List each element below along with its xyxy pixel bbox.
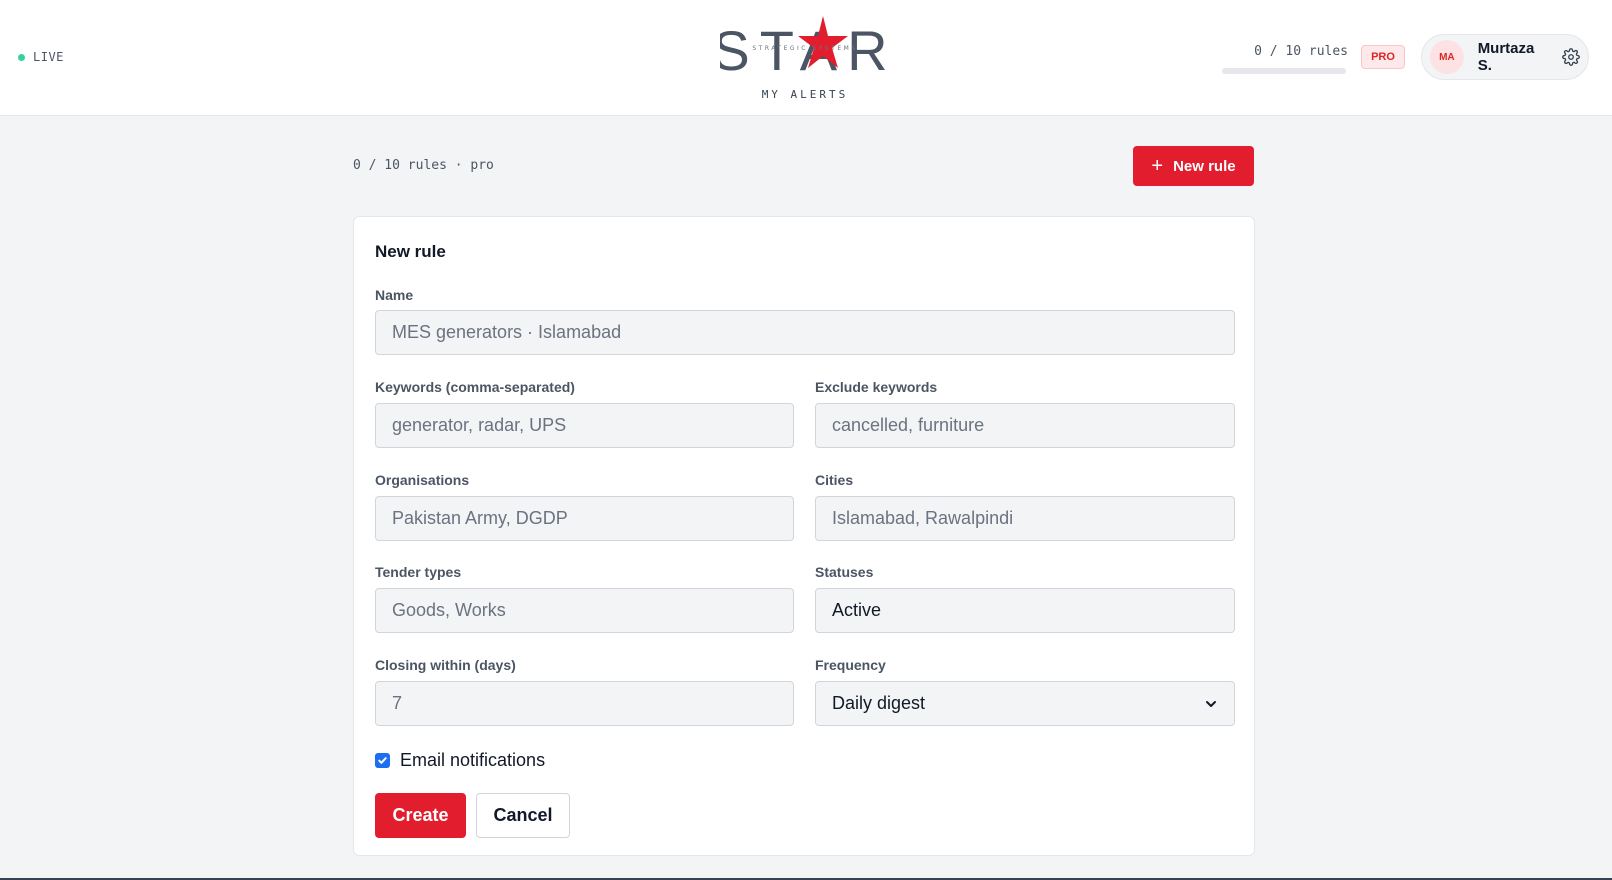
top-header: LIVE STAR STRATEGIC SYSTEMS MY ALERTS 0 …	[0, 0, 1612, 116]
exclude-keywords-label: Exclude keywords	[815, 379, 938, 395]
cities-label: Cities	[815, 472, 854, 488]
logo-tagline: STRATEGIC SYSTEMS	[752, 45, 857, 52]
organisations-label: Organisations	[375, 472, 470, 488]
star-logo[interactable]: STAR STRATEGIC SYSTEMS MY ALERTS	[720, 12, 890, 102]
rules-usage-text: 0 / 10 rules	[1254, 44, 1348, 59]
card-title: New rule	[375, 242, 446, 261]
statuses-label: Statuses	[815, 564, 874, 580]
gear-icon[interactable]	[1562, 48, 1580, 66]
cancel-button[interactable]: Cancel	[476, 793, 570, 838]
new-rule-label: New rule	[1173, 157, 1236, 175]
chevron-down-icon	[1204, 697, 1218, 711]
user-name: Murtaza S.	[1477, 40, 1535, 74]
plan-badge: PRO	[1361, 45, 1405, 69]
closing-within-label: Closing within (days)	[375, 657, 516, 673]
name-label: Name	[375, 287, 414, 303]
user-menu[interactable]: MA Murtaza S.	[1421, 34, 1589, 80]
keywords-label: Keywords (comma-separated)	[375, 379, 575, 395]
statuses-input[interactable]	[815, 588, 1235, 633]
new-rule-button[interactable]: + New rule	[1133, 146, 1254, 186]
frequency-select[interactable]: Daily digest	[815, 681, 1235, 726]
email-notifications-checkbox[interactable]	[375, 753, 390, 768]
frequency-selected: Daily digest	[832, 693, 926, 713]
star-logo-mark: STAR STRATEGIC SYSTEMS	[720, 16, 888, 82]
closing-within-input[interactable]	[375, 681, 794, 726]
rules-usage-bar	[1222, 68, 1346, 74]
live-indicator: LIVE	[18, 50, 64, 64]
keywords-input[interactable]	[375, 403, 794, 448]
organisations-input[interactable]	[375, 496, 794, 541]
exclude-keywords-input[interactable]	[815, 403, 1235, 448]
cities-input[interactable]	[815, 496, 1235, 541]
live-label: LIVE	[33, 50, 64, 64]
avatar: MA	[1430, 40, 1464, 74]
check-icon	[378, 757, 387, 764]
new-rule-card: New rule Name Keywords (comma-separated)…	[353, 216, 1255, 856]
page-subtitle: MY ALERTS	[761, 88, 849, 101]
name-input[interactable]	[375, 310, 1235, 355]
tender-types-label: Tender types	[375, 564, 462, 580]
email-notifications-label[interactable]: Email notifications	[400, 750, 545, 771]
tender-types-input[interactable]	[375, 588, 794, 633]
plus-icon: +	[1151, 155, 1164, 177]
frequency-label: Frequency	[815, 657, 886, 673]
rules-count: 0 / 10 rules · pro	[353, 158, 494, 173]
create-button[interactable]: Create	[375, 793, 466, 838]
live-dot-icon	[18, 53, 25, 61]
email-notifications-row[interactable]: Email notifications	[375, 750, 545, 771]
